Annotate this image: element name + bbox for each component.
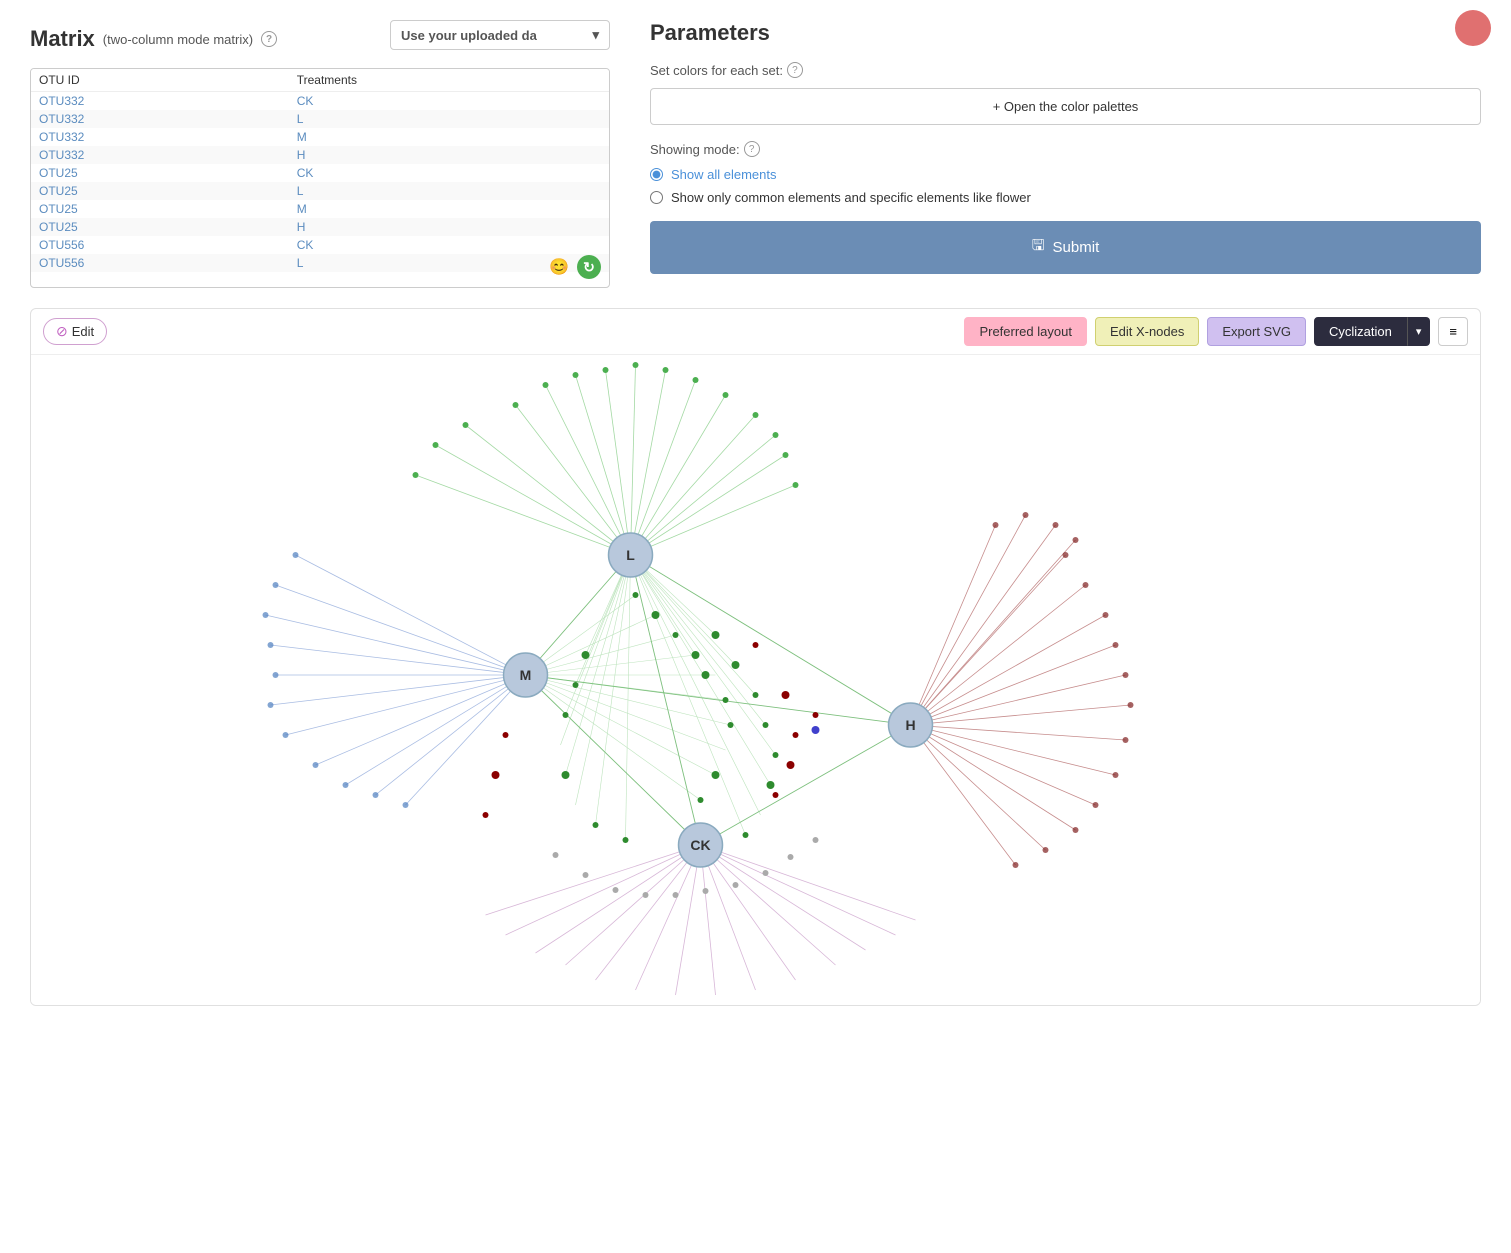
- table-row: OTU556CK: [31, 236, 609, 254]
- table-row: OTU25CK: [31, 164, 609, 182]
- radio-show-common-input[interactable]: [650, 191, 663, 204]
- svg-text:H: H: [905, 717, 915, 733]
- submit-label: Submit: [1053, 239, 1100, 256]
- svg-text:M: M: [520, 667, 532, 683]
- radio-group: Show all elements Show only common eleme…: [650, 167, 1481, 205]
- viz-section: ⊘ Edit Preferred layout Edit X-nodes Exp…: [30, 308, 1481, 1006]
- table-row: OTU332M: [31, 128, 609, 146]
- menu-button[interactable]: ≡: [1438, 317, 1468, 346]
- emoji-icon: 😊: [547, 255, 571, 279]
- matrix-title-text: Matrix: [30, 26, 95, 52]
- edit-label: Edit: [72, 324, 94, 339]
- col-header-otuid: OTU ID: [31, 69, 289, 92]
- table-row: OTU556L: [31, 254, 609, 272]
- radio-show-common[interactable]: Show only common elements and specific e…: [650, 190, 1481, 205]
- viz-toolbar: ⊘ Edit Preferred layout Edit X-nodes Exp…: [31, 309, 1480, 355]
- matrix-table: OTU ID Treatments OTU332CKOTU332LOTU332M…: [31, 69, 609, 272]
- matrix-table-container: OTU ID Treatments OTU332CKOTU332LOTU332M…: [30, 68, 610, 288]
- radio-show-common-label: Show only common elements and specific e…: [671, 190, 1031, 205]
- edit-button[interactable]: ⊘ Edit: [43, 318, 107, 345]
- table-row: OTU332H: [31, 146, 609, 164]
- params-panel: Parameters Set colors for each set: ? + …: [650, 20, 1481, 288]
- refresh-icon[interactable]: ↻: [577, 255, 601, 279]
- network-graph: L M H CK: [31, 355, 1480, 1005]
- cyclization-dropdown-button[interactable]: ▾: [1407, 317, 1431, 346]
- export-svg-button[interactable]: Export SVG: [1207, 317, 1306, 346]
- radio-show-all-input[interactable]: [650, 168, 663, 181]
- showing-mode-label: Showing mode: ?: [650, 141, 1481, 157]
- chevron-down-icon: ▾: [1416, 326, 1422, 338]
- avatar[interactable]: [1455, 10, 1491, 46]
- table-row: OTU25L: [31, 182, 609, 200]
- radio-show-all-label: Show all elements: [671, 167, 777, 182]
- matrix-title-row: Matrix (two-column mode matrix) ? Use yo…: [30, 20, 610, 58]
- matrix-panel: Matrix (two-column mode matrix) ? Use yo…: [30, 20, 610, 288]
- svg-text:CK: CK: [690, 837, 710, 853]
- svg-text:L: L: [626, 547, 635, 563]
- table-row: OTU332L: [31, 110, 609, 128]
- table-icons: 😊 ↻: [547, 255, 601, 279]
- matrix-help-icon[interactable]: ?: [261, 31, 277, 47]
- matrix-dropdown[interactable]: Use your uploaded da ▾: [390, 20, 610, 50]
- edit-icon: ⊘: [56, 323, 68, 340]
- table-row: OTU25M: [31, 200, 609, 218]
- edit-xnodes-button[interactable]: Edit X-nodes: [1095, 317, 1199, 346]
- submit-button[interactable]: 🖫 Submit: [650, 221, 1481, 274]
- viz-canvas: L M H CK: [31, 355, 1480, 1005]
- table-row: OTU25H: [31, 218, 609, 236]
- radio-show-all[interactable]: Show all elements: [650, 167, 1481, 182]
- chevron-down-icon: ▾: [592, 27, 599, 43]
- color-palettes-button[interactable]: + Open the color palettes: [650, 88, 1481, 125]
- matrix-subtitle-text: (two-column mode matrix): [103, 32, 253, 47]
- matrix-dropdown-text: Use your uploaded da: [401, 28, 537, 43]
- submit-icon: 🖫: [1032, 235, 1045, 260]
- cyclization-group: Cyclization ▾: [1314, 317, 1430, 346]
- set-colors-help-icon[interactable]: ?: [787, 62, 803, 78]
- set-colors-label: Set colors for each set: ?: [650, 62, 1481, 78]
- showing-mode-help-icon[interactable]: ?: [744, 141, 760, 157]
- params-title: Parameters: [650, 20, 1481, 46]
- col-header-treatments: Treatments: [289, 69, 609, 92]
- cyclization-button[interactable]: Cyclization: [1314, 317, 1407, 346]
- preferred-layout-button[interactable]: Preferred layout: [964, 317, 1087, 346]
- table-row: OTU332CK: [31, 92, 609, 111]
